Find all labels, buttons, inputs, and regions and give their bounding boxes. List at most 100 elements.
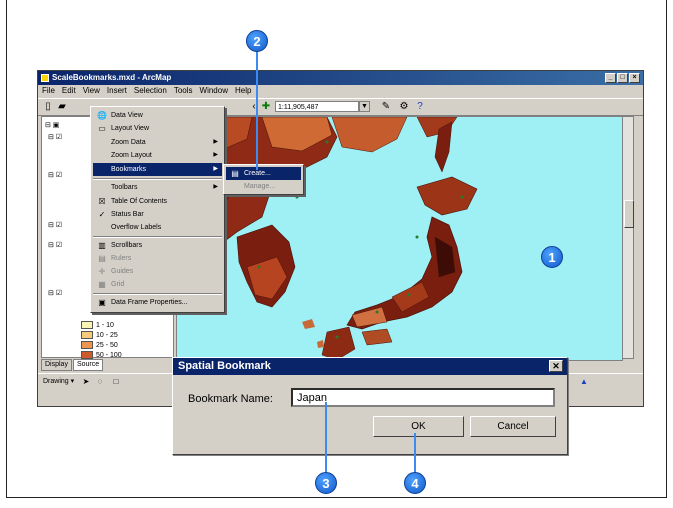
toc-tabs: Display Source: [41, 359, 104, 371]
close-icon[interactable]: ✕: [549, 360, 563, 372]
spatial-bookmark-dialog: Spatial Bookmark ✕ Bookmark Name: OK Can…: [172, 357, 568, 455]
cancel-button[interactable]: Cancel: [470, 416, 556, 437]
checkmark-icon: ✓: [98, 210, 106, 219]
callout-2-leader: [256, 50, 258, 170]
rectangle-icon[interactable]: □: [110, 376, 122, 388]
menu-insert[interactable]: Insert: [107, 85, 127, 97]
checkmark-icon: ☒: [98, 197, 106, 206]
tab-source[interactable]: Source: [72, 359, 104, 371]
legend-swatch: [81, 331, 93, 339]
layers-node[interactable]: ⊟ ▣: [45, 121, 59, 129]
tab-display[interactable]: Display: [41, 359, 72, 371]
page-icon: ▭: [98, 124, 106, 133]
dialog-title: Spatial Bookmark: [178, 360, 271, 372]
callout-1: 1: [541, 246, 563, 268]
dialog-title-bar: Spatial Bookmark ✕: [173, 358, 567, 375]
bookmarks-submenu: ▤ Create... Manage...: [223, 164, 304, 195]
menu-edit[interactable]: Edit: [62, 85, 76, 97]
layer-checkbox[interactable]: ⊟ ☑: [48, 289, 62, 297]
rotate-icon[interactable]: ◌: [94, 376, 106, 388]
new-document-icon[interactable]: ▯: [42, 101, 54, 113]
menu-item-rulers[interactable]: ▤ Rulers: [93, 252, 222, 265]
globe-icon: 🌐: [97, 111, 107, 120]
map-display[interactable]: [176, 116, 623, 361]
add-data-icon[interactable]: ✚: [260, 101, 272, 113]
legend-class: 25 - 50: [81, 341, 118, 349]
callout-4-leader: [414, 433, 416, 473]
legend-label: 50 - 100: [96, 351, 122, 359]
menu-item-table-of-contents[interactable]: ☒ Table Of Contents: [93, 195, 222, 208]
menu-selection[interactable]: Selection: [134, 85, 167, 97]
menu-item-create-bookmark[interactable]: ▤ Create...: [226, 167, 301, 180]
editor-icon[interactable]: ✎: [380, 101, 392, 113]
view-menu-dropdown: 🌐 Data View ▭ Layout View Zoom Data ▶ Zoom …: [90, 106, 225, 313]
layer-checkbox[interactable]: ⊟ ☑: [48, 221, 62, 229]
undo-icon[interactable]: ‹: [248, 101, 260, 113]
callout-3: 3: [315, 472, 337, 494]
menu-separator: [93, 236, 222, 238]
layer-checkbox[interactable]: ⊟ ☑: [48, 241, 62, 249]
menu-item-overflow-labels[interactable]: Overflow Labels: [93, 221, 222, 234]
legend-label: 10 - 25: [96, 331, 118, 339]
font-color-icon[interactable]: ▲: [578, 376, 590, 388]
menu-item-grid[interactable]: ▦ Grid: [93, 278, 222, 291]
open-folder-icon[interactable]: ▰: [56, 101, 68, 113]
grid-icon: ▦: [98, 280, 106, 289]
menu-item-guides[interactable]: ✛ Guides: [93, 265, 222, 278]
menu-view[interactable]: View: [83, 85, 100, 97]
menu-help[interactable]: Help: [235, 85, 251, 97]
bookmark-name-label: Bookmark Name:: [188, 393, 273, 405]
menu-item-data-view[interactable]: 🌐 Data View: [93, 109, 222, 122]
menu-separator: [93, 293, 222, 295]
menu-item-toolbars[interactable]: Toolbars ▶: [93, 181, 222, 194]
bookmark-create-icon: ▤: [231, 169, 239, 178]
callout-3-leader: [325, 402, 327, 472]
menu-file[interactable]: File: [42, 85, 55, 97]
select-elements-icon[interactable]: ➤: [80, 376, 92, 388]
maximize-icon[interactable]: □: [617, 73, 628, 83]
menu-tools[interactable]: Tools: [174, 85, 193, 97]
ok-button[interactable]: OK: [373, 416, 464, 437]
layer-checkbox[interactable]: ⊟ ☑: [48, 171, 62, 179]
scrollbar-thumb[interactable]: [624, 200, 634, 228]
menu-item-layout-view[interactable]: ▭ Layout View: [93, 122, 222, 135]
bookmark-name-input[interactable]: [291, 388, 555, 407]
menu-window[interactable]: Window: [200, 85, 228, 97]
chevron-down-icon[interactable]: ▼: [359, 101, 370, 112]
submenu-arrow-icon: ▶: [213, 152, 218, 158]
menu-item-data-frame-properties[interactable]: ▣ Data Frame Properties...: [93, 296, 222, 309]
app-icon: [41, 74, 49, 82]
legend-swatch: [81, 351, 93, 359]
ruler-icon: ▤: [98, 254, 106, 263]
submenu-arrow-icon: ▶: [213, 166, 218, 172]
menu-item-status-bar[interactable]: ✓ Status Bar: [93, 208, 222, 221]
callout-4: 4: [404, 472, 426, 494]
close-icon[interactable]: ×: [629, 73, 640, 83]
map-scale-input[interactable]: 1:11,905,487: [275, 101, 359, 112]
menu-item-zoom-data[interactable]: Zoom Data ▶: [93, 136, 222, 149]
menu-item-zoom-layout[interactable]: Zoom Layout ▶: [93, 149, 222, 162]
menu-item-manage-bookmarks[interactable]: Manage...: [226, 180, 301, 193]
scrollbars-icon: ▥: [98, 241, 106, 250]
legend-label: 25 - 50: [96, 341, 118, 349]
arctoolbox-icon[interactable]: ⚙: [398, 101, 410, 113]
legend-swatch: [81, 341, 93, 349]
menu-item-scrollbars[interactable]: ▥ Scrollbars: [93, 239, 222, 252]
whats-this-icon[interactable]: ?: [414, 101, 426, 113]
title-bar: ScaleBookmarks.mxd - ArcMap _ □ ×: [38, 71, 643, 85]
properties-icon: ▣: [98, 298, 106, 307]
callout-2: 2: [246, 30, 268, 52]
window-title: ScaleBookmarks.mxd - ArcMap: [52, 73, 172, 82]
menu-item-bookmarks[interactable]: Bookmarks ▶: [93, 163, 222, 176]
legend-label: 1 - 10: [96, 321, 114, 329]
legend-swatch: [81, 321, 93, 329]
layer-checkbox[interactable]: ⊟ ☑: [48, 133, 62, 141]
drawing-menu[interactable]: Drawing ▾: [43, 377, 74, 385]
menu-bar: File Edit View Insert Selection Tools Wi…: [38, 85, 647, 97]
menu-separator: [93, 178, 222, 180]
guides-icon: ✛: [98, 267, 106, 276]
japan-map-graphic: [177, 117, 478, 360]
map-vertical-scrollbar[interactable]: [622, 116, 634, 359]
minimize-icon[interactable]: _: [605, 73, 616, 83]
legend-class: 1 - 10: [81, 321, 114, 329]
